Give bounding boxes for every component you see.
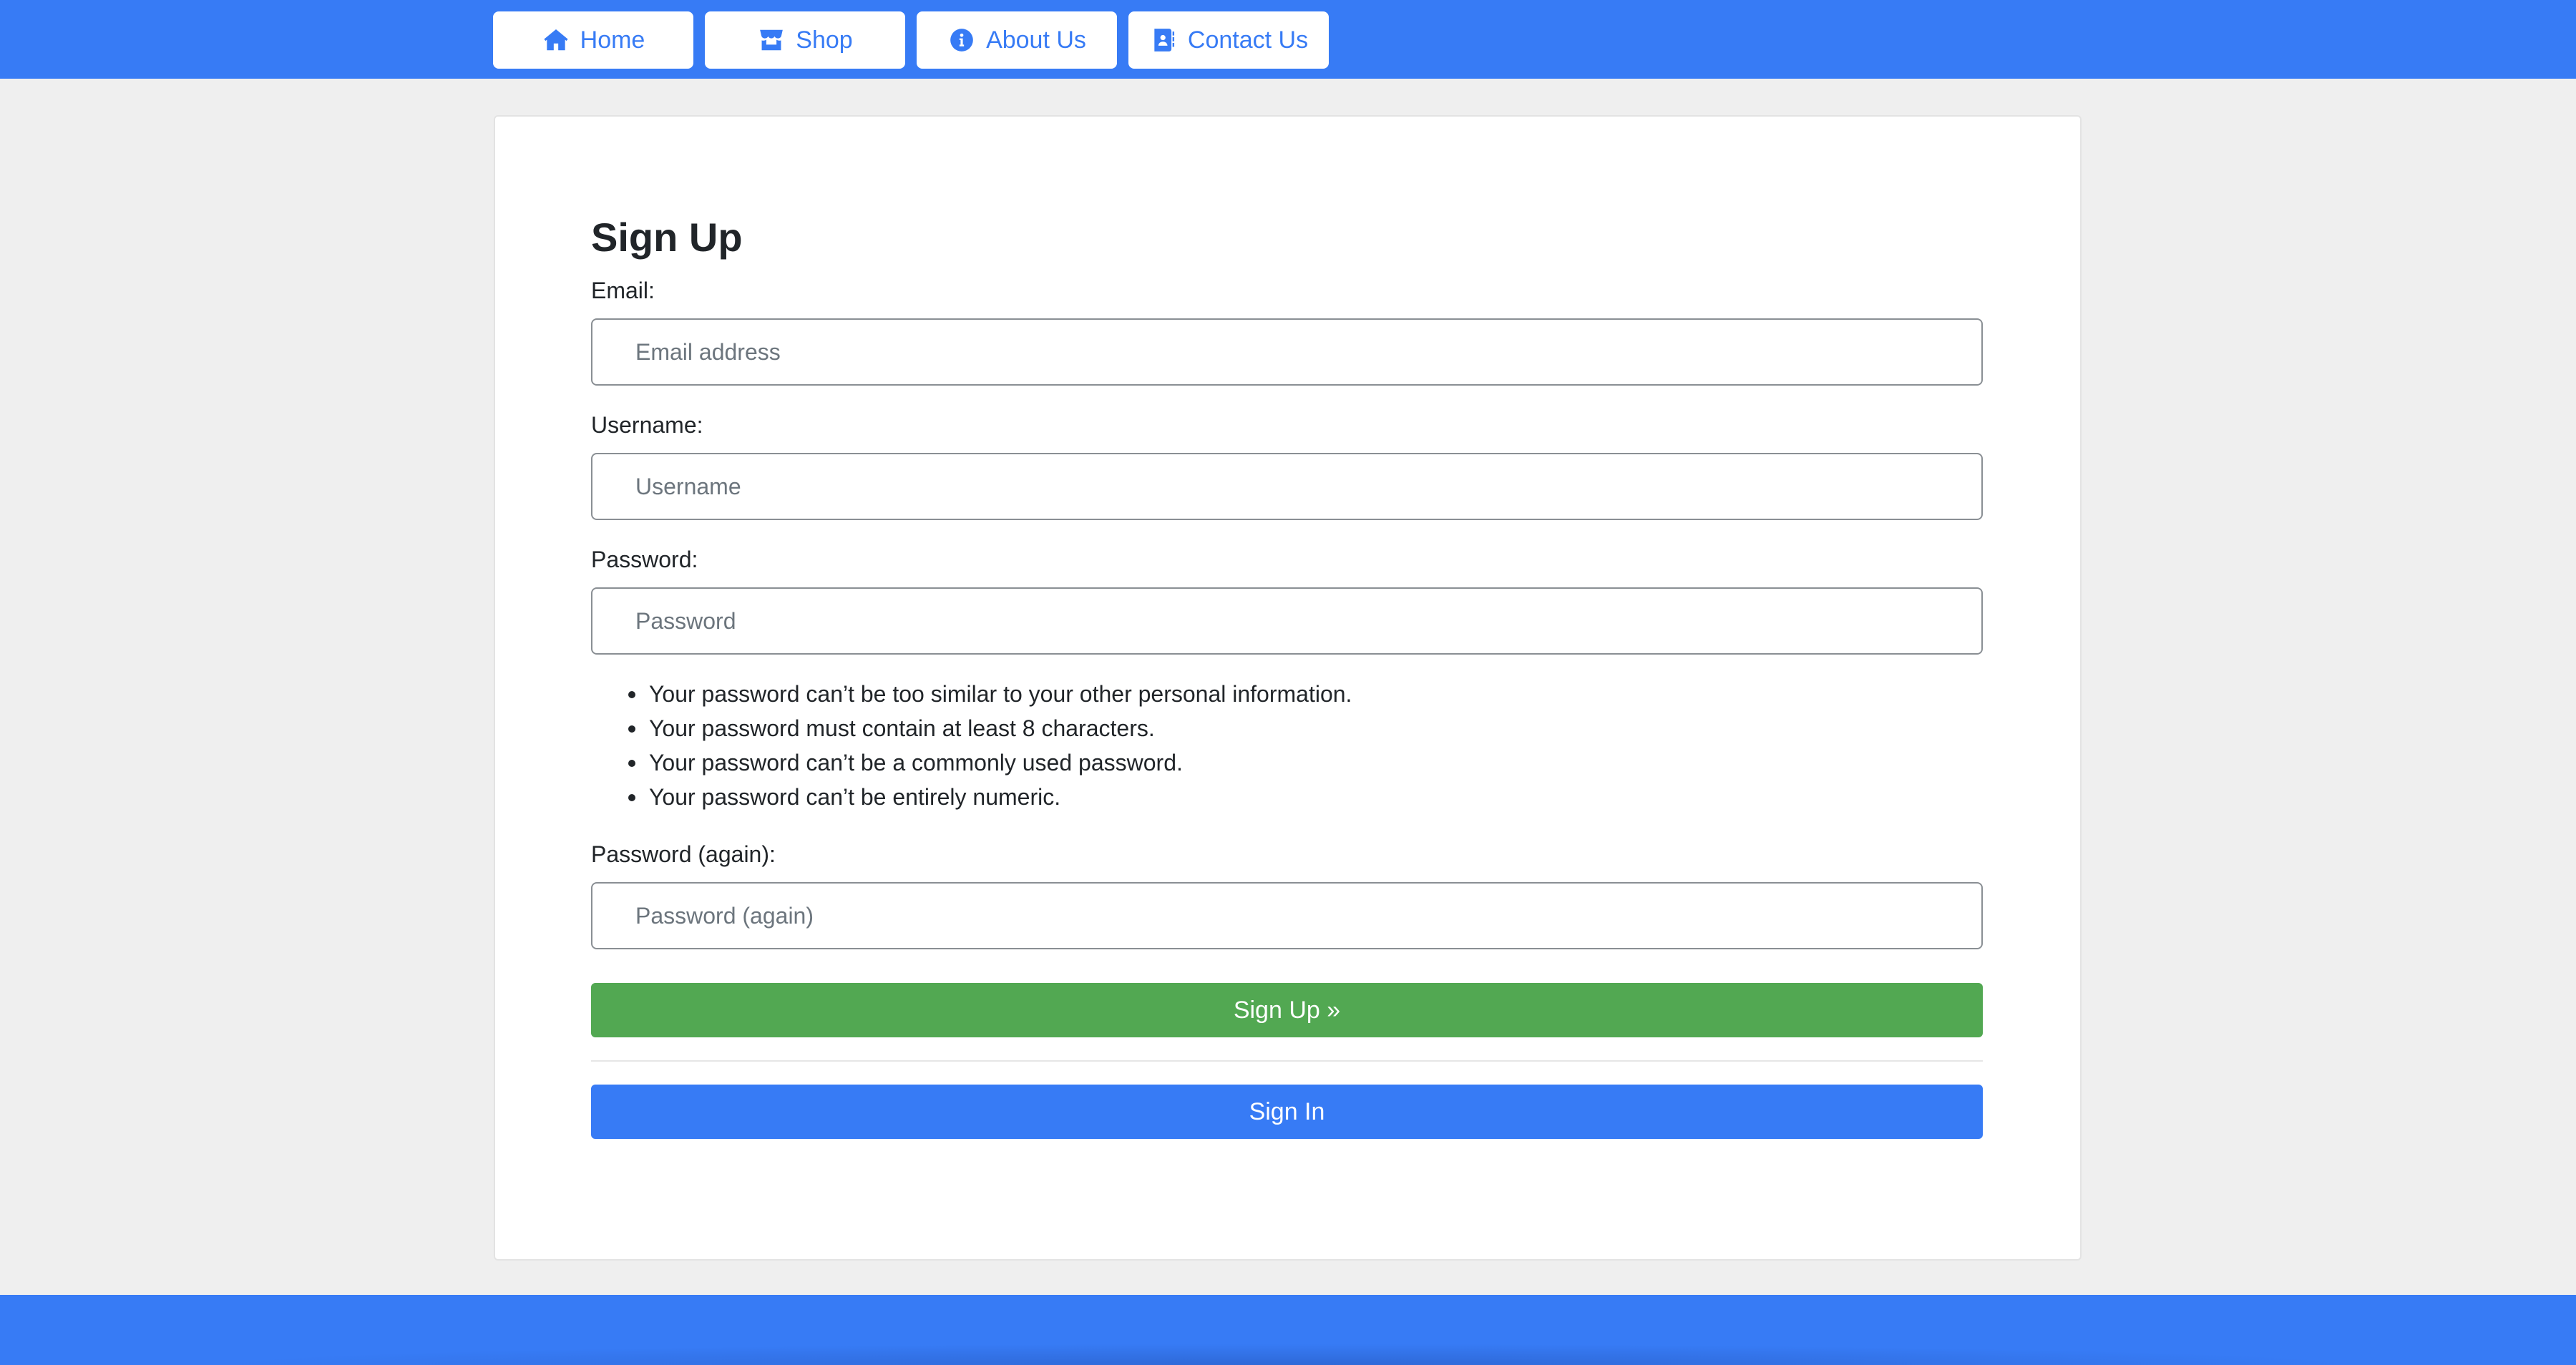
nav-contact-button[interactable]: Contact Us [1128,11,1329,69]
top-navbar: Home Shop About Us Contact Us [0,0,2576,79]
home-icon [542,26,570,54]
password-help-item: Your password must contain at least 8 ch… [591,711,1983,745]
password-field[interactable] [591,587,1983,655]
nav-shop-button[interactable]: Shop [705,11,905,69]
divider [591,1060,1983,1062]
nav-about-label: About Us [986,26,1086,54]
footer-bar [0,1295,2576,1365]
nav-contact-label: Contact Us [1187,26,1309,54]
email-field[interactable] [591,318,1983,386]
store-icon [757,26,786,54]
nav-about-button[interactable]: About Us [917,11,1117,69]
password-again-label: Password (again): [591,841,776,867]
password-help-list: Your password can’t be too similar to yo… [591,677,1983,814]
contact-book-icon [1149,26,1178,54]
page-title: Sign Up [591,215,743,260]
password-again-field[interactable] [591,882,1983,949]
sign-in-button[interactable]: Sign In [591,1085,1983,1139]
nav-home-label: Home [580,26,645,54]
password-label: Password: [591,547,698,572]
password-help-item: Your password can’t be too similar to yo… [591,677,1983,711]
footer-shadow [215,1344,2361,1365]
password-help-item: Your password can’t be entirely numeric. [591,780,1983,814]
sign-up-button[interactable]: Sign Up » [591,983,1983,1037]
password-help-item: Your password can’t be a commonly used p… [591,745,1983,780]
email-label: Email: [591,278,655,303]
nav-home-button[interactable]: Home [493,11,693,69]
info-icon [947,26,976,54]
nav-shop-label: Shop [796,26,853,54]
username-label: Username: [591,412,703,438]
username-field[interactable] [591,453,1983,520]
